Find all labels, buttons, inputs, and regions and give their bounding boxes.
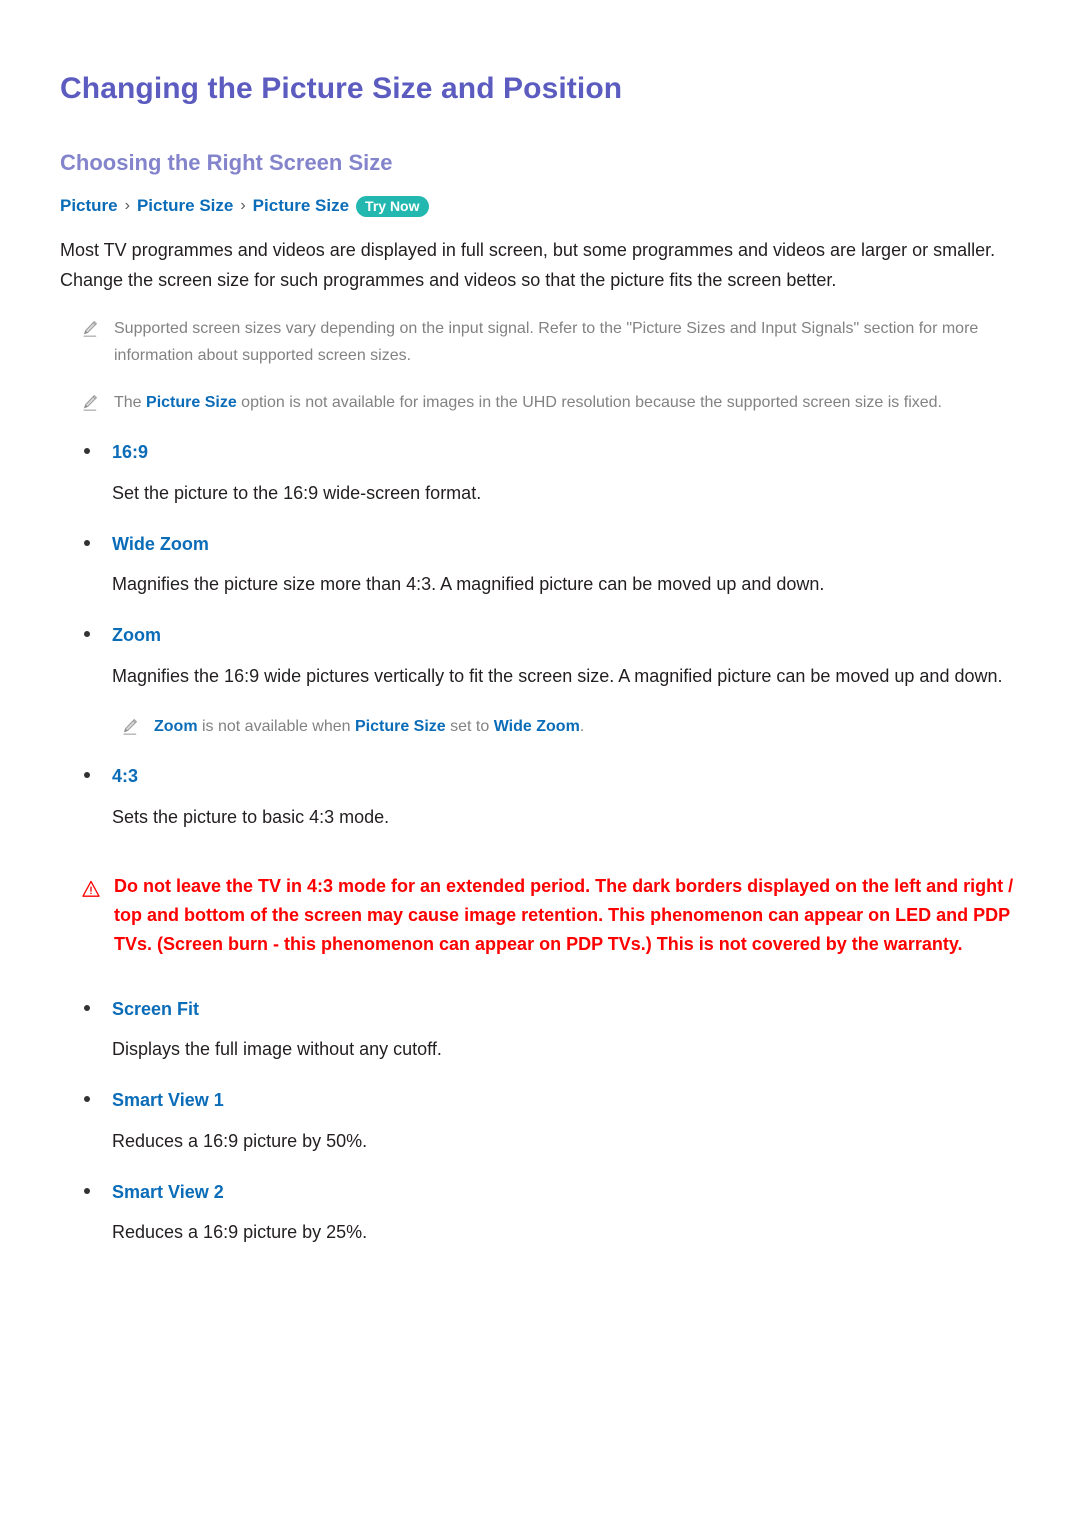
bullet-dot-icon [84,448,90,455]
note-highlight-picture-size[interactable]: Picture Size [355,718,446,735]
note-text: Supported screen sizes vary depending on… [114,320,979,365]
warning-triangle-icon [82,878,100,897]
section-title: Choosing the Right Screen Size [60,150,393,175]
option-item-4-3[interactable]: 4:3 [60,766,1020,788]
bullet-dot-icon [84,772,90,779]
option-item-screen-fit[interactable]: Screen Fit [60,999,1020,1021]
bullet-dot-icon [84,1096,90,1103]
bullet-dot-icon [84,631,90,638]
chevron-right-icon: › [240,196,246,214]
option-label[interactable]: 16:9 [112,442,148,464]
option-description: Set the picture to the 16:9 wide-screen … [112,482,482,503]
note-highlight-zoom[interactable]: Zoom [154,718,198,735]
option-description: Reduces a 16:9 picture by 50%. [112,1130,368,1151]
note-text-segment: set to [445,718,494,736]
pencil-icon [82,394,98,412]
option-label[interactable]: Smart View 2 [112,1182,224,1204]
option-item-smart-view-1[interactable]: Smart View 1 [60,1090,1020,1112]
option-item-smart-view-2[interactable]: Smart View 2 [60,1182,1020,1204]
option-description: Magnifies the picture size more than 4:3… [112,574,825,595]
note-item: The Picture Size option is not available… [60,389,1020,416]
note-text: The Picture Size option is not available… [114,389,1020,416]
breadcrumb-item-picture-size[interactable]: Picture Size [137,195,233,217]
nested-note-item: Zoom is not available when Picture Size … [60,713,1020,740]
option-description: Displays the full image without any cuto… [112,1039,442,1060]
note-text-segment: is not available when [197,718,355,736]
page-title: Changing the Picture Size and Position [60,72,623,105]
option-label[interactable]: 4:3 [112,766,138,788]
bullet-dot-icon [84,1187,90,1194]
option-label[interactable]: Zoom [112,625,161,647]
option-label[interactable]: Screen Fit [112,999,199,1021]
caution-block: Do not leave the TV in 4:3 mode for an e… [60,872,1020,959]
bullet-dot-icon [84,1004,90,1011]
breadcrumb-item-picture[interactable]: Picture [60,195,118,217]
caution-text: Do not leave the TV in 4:3 mode for an e… [114,875,1014,954]
note-item: Supported screen sizes vary depending on… [60,315,1020,369]
note-text-segment: . [579,718,585,736]
option-description: Magnifies the 16:9 wide pictures vertica… [112,666,1003,687]
option-label[interactable]: Wide Zoom [112,534,209,556]
note-highlight-picture-size[interactable]: Picture Size [146,394,237,411]
intro-paragraph: Most TV programmes and videos are displa… [60,240,996,291]
chevron-right-icon: › [124,196,130,214]
option-item-wide-zoom[interactable]: Wide Zoom [60,534,1020,556]
option-item-16-9[interactable]: 16:9 [60,442,1020,464]
breadcrumb-item-picture-size-2[interactable]: Picture Size [253,195,349,217]
pencil-icon [122,718,138,736]
try-now-badge[interactable]: Try Now [356,195,429,217]
note-text-segment: The [114,394,147,412]
option-description: Sets the picture to basic 4:3 mode. [112,806,390,827]
note-text-segment: option is not available for images in th… [236,394,942,412]
note-highlight-wide-zoom[interactable]: Wide Zoom [494,718,580,735]
option-label[interactable]: Smart View 1 [112,1090,224,1112]
document-page: Changing the Picture Size and Position C… [0,0,1080,1527]
bullet-dot-icon [84,539,90,546]
nested-note-text: Zoom is not available when Picture Size … [154,713,1020,740]
breadcrumb: Picture › Picture Size › Picture Size Tr… [60,195,1020,217]
pencil-icon [82,320,98,338]
option-description: Reduces a 16:9 picture by 25%. [112,1222,368,1243]
option-item-zoom[interactable]: Zoom [60,625,1020,647]
